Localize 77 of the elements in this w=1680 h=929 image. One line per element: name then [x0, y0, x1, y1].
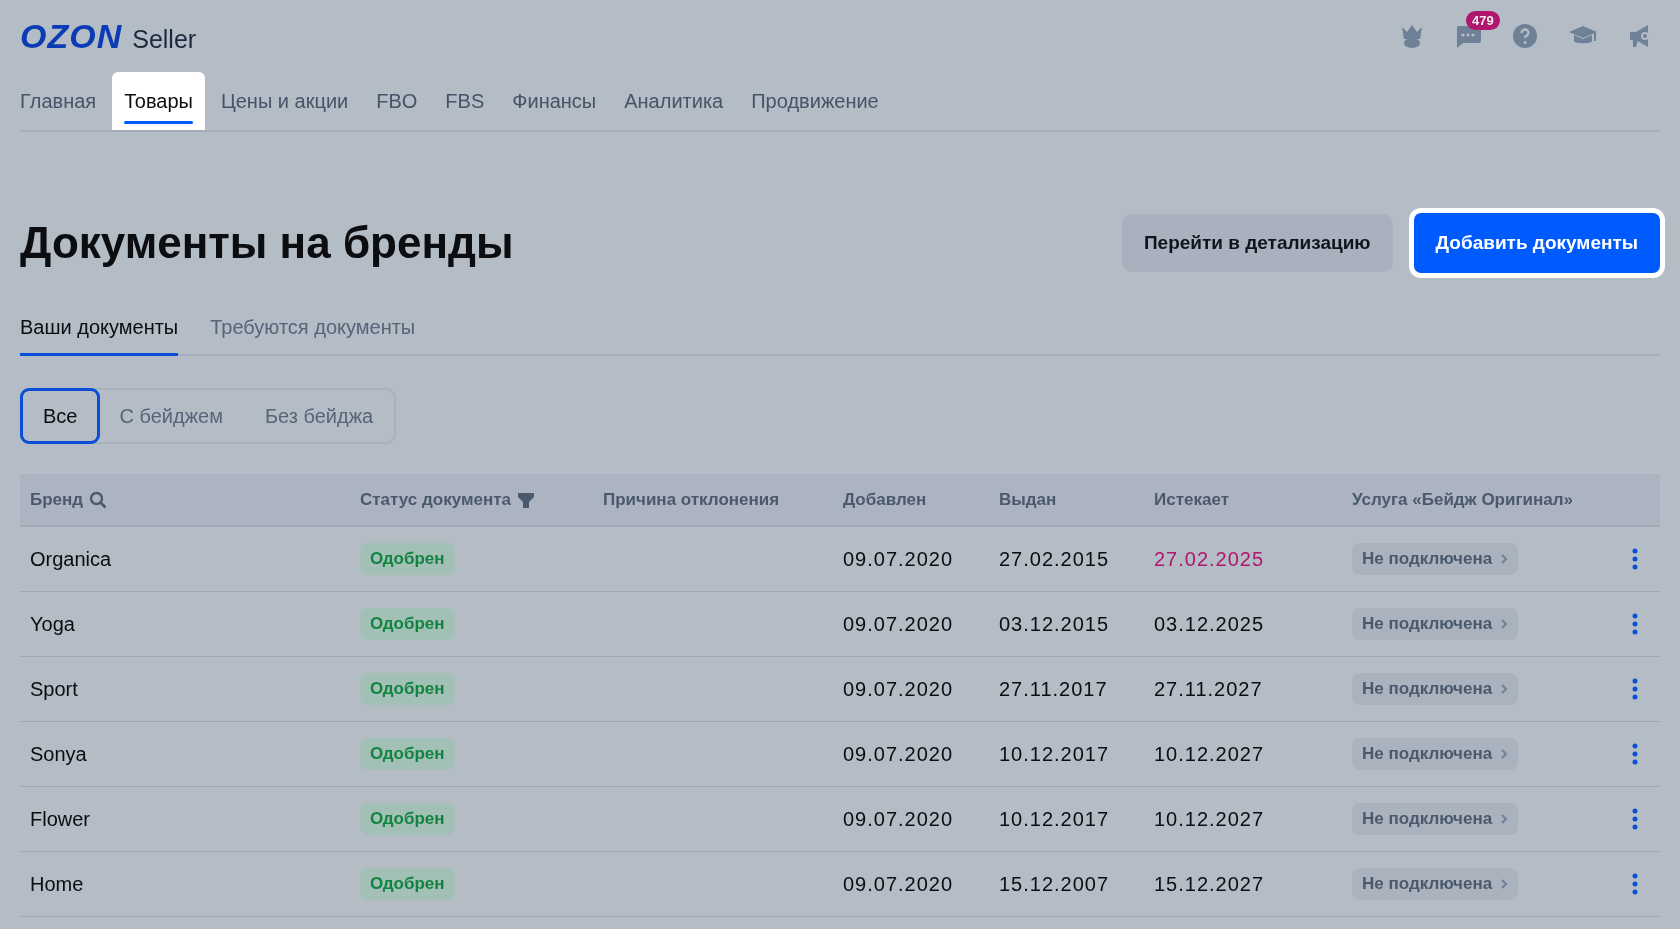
more-icon[interactable]	[1632, 808, 1638, 830]
status-tag: Одобрен	[360, 673, 455, 705]
details-button[interactable]: Перейти в детализацию	[1121, 214, 1393, 272]
chevron-icon	[1500, 683, 1509, 695]
brand-cell: Home	[30, 872, 84, 896]
help-icon[interactable]	[1512, 23, 1538, 49]
brand-cell: Sport	[30, 677, 78, 701]
date-cell: 10.12.2027	[1154, 807, 1265, 831]
nav-tab[interactable]: Цены и акции	[208, 72, 361, 130]
filter-chip[interactable]: Все	[20, 388, 101, 444]
status-tag: Одобрен	[360, 738, 455, 770]
column-header: Истекает	[1154, 489, 1229, 510]
date-cell: 09.07.2020	[843, 677, 954, 701]
date-cell: 27.11.2027	[1154, 677, 1263, 701]
date-cell: 10.12.2017	[999, 807, 1110, 831]
service-button[interactable]: Не подключена	[1352, 608, 1519, 640]
brand-cell: Flower	[30, 807, 90, 831]
date-cell: 27.02.2015	[999, 547, 1110, 571]
status-tag: Одобрен	[360, 803, 455, 835]
search-icon[interactable]	[89, 490, 108, 509]
more-icon[interactable]	[1632, 548, 1638, 570]
date-cell: 10.12.2027	[1154, 742, 1265, 766]
more-icon[interactable]	[1632, 743, 1638, 765]
date-cell: 15.12.2027	[1154, 872, 1265, 896]
date-cell: 09.07.2020	[843, 807, 954, 831]
column-header: Добавлен	[843, 489, 927, 510]
chevron-icon	[1500, 813, 1509, 825]
nav-tab[interactable]: Аналитика	[612, 72, 736, 130]
date-cell: 27.02.2025	[1154, 547, 1265, 571]
crown-icon[interactable]	[1400, 23, 1424, 49]
date-cell: 10.12.2017	[999, 742, 1110, 766]
nav-tab[interactable]: FBS	[433, 72, 497, 130]
chevron-icon	[1500, 748, 1509, 760]
date-cell: 09.07.2020	[843, 742, 954, 766]
date-cell: 27.11.2017	[999, 677, 1108, 701]
date-cell: 09.07.2020	[843, 547, 954, 571]
notification-badge: 479	[1466, 11, 1500, 30]
logo-subtitle: Seller	[132, 24, 197, 54]
column-header: Причина отклонения	[603, 489, 780, 510]
status-tag: Одобрен	[360, 868, 455, 900]
logo[interactable]: OZON	[20, 16, 123, 56]
chat-icon[interactable]	[1454, 23, 1482, 49]
nav-tab[interactable]: FBO	[364, 72, 430, 130]
chevron-icon	[1500, 878, 1509, 890]
nav-tab[interactable]: Продвижение	[739, 72, 891, 130]
page-title: Документы на бренды	[20, 218, 514, 268]
service-button[interactable]: Не подключена	[1352, 673, 1519, 705]
nav-tab[interactable]: Главная	[8, 72, 109, 130]
nav-tab[interactable]: Товары	[112, 72, 205, 130]
service-button[interactable]: Не подключена	[1352, 868, 1519, 900]
column-header: Статус документа	[360, 489, 511, 510]
add-documents-button[interactable]: Добавить документы	[1408, 208, 1665, 278]
service-button[interactable]: Не подключена	[1352, 738, 1519, 770]
date-cell: 09.07.2020	[843, 612, 954, 636]
tab[interactable]: Требуются документы	[210, 308, 416, 356]
more-icon[interactable]	[1632, 613, 1638, 635]
status-tag: Одобрен	[360, 543, 455, 575]
more-icon[interactable]	[1632, 873, 1638, 895]
brand-cell: Yoga	[30, 612, 75, 636]
more-icon[interactable]	[1632, 678, 1638, 700]
nav-tab[interactable]: Финансы	[500, 72, 609, 130]
chevron-icon	[1500, 553, 1509, 565]
tab[interactable]: Ваши документы	[20, 308, 179, 356]
column-header: Услуга «Бейдж Оригинал»	[1352, 489, 1573, 510]
column-header: Выдан	[999, 489, 1057, 510]
column-header: Бренд	[30, 489, 84, 510]
date-cell: 03.12.2015	[999, 612, 1110, 636]
brand-cell: Sonya	[30, 742, 87, 766]
service-button[interactable]: Не подключена	[1352, 543, 1519, 575]
status-tag: Одобрен	[360, 608, 455, 640]
chevron-icon	[1500, 618, 1509, 630]
service-button[interactable]: Не подключена	[1352, 803, 1519, 835]
filter-icon[interactable]	[517, 490, 535, 509]
date-cell: 03.12.2025	[1154, 612, 1265, 636]
date-cell: 15.12.2007	[999, 872, 1110, 896]
date-cell: 09.07.2020	[843, 872, 954, 896]
brand-cell: Organica	[30, 547, 112, 571]
